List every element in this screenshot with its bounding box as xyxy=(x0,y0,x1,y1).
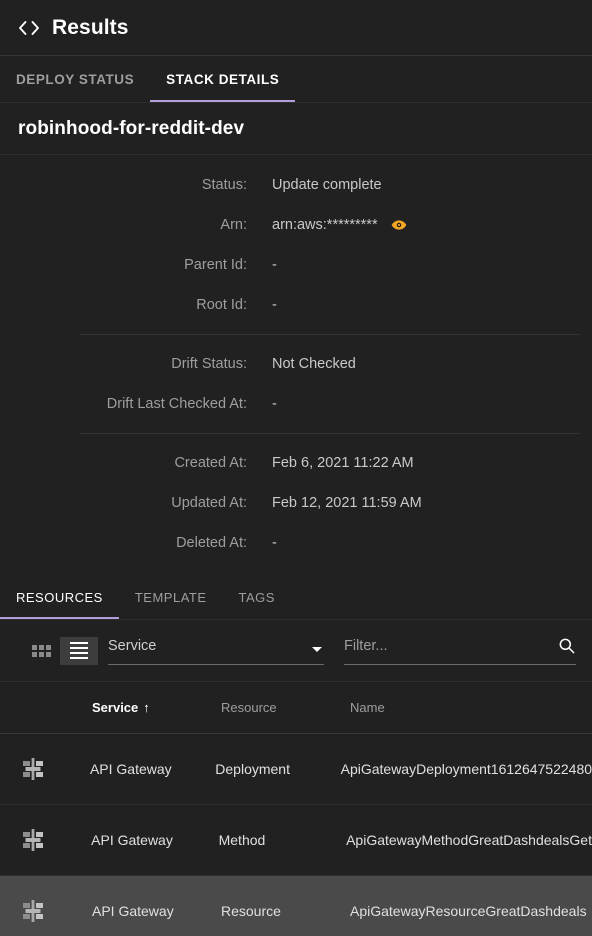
detail-label-drift-last-checked-at: Drift Last Checked At: xyxy=(106,396,247,412)
code-brackets-icon xyxy=(16,15,42,41)
group-by-select-value: Service xyxy=(108,637,157,654)
detail-value-deleted-at: - xyxy=(272,535,277,551)
sub-tab-bar: RESOURCES TEMPLATE TAGS xyxy=(0,576,592,620)
tab-tags-label: TAGS xyxy=(238,590,275,605)
list-view-icon xyxy=(70,641,88,660)
detail-value-arn: arn:aws:********* xyxy=(272,217,407,233)
row-resource: Method xyxy=(218,832,266,848)
filter-field xyxy=(344,636,576,665)
details-divider-2 xyxy=(80,433,580,434)
main-tab-bar: DEPLOY STATUS STACK DETAILS xyxy=(0,56,592,103)
resources-table: Service ↑ Resource Name API Gateway Depl… xyxy=(0,682,592,936)
detail-value-drift-status-text: Not Checked xyxy=(272,356,356,372)
detail-value-drift-last-checked-at: - xyxy=(272,396,277,412)
table-header-row: Service ↑ Resource Name xyxy=(0,682,592,734)
details-divider xyxy=(80,334,580,335)
tab-resources[interactable]: RESOURCES xyxy=(0,576,119,619)
page-header: Results xyxy=(0,0,592,56)
row-service: API Gateway xyxy=(91,832,173,848)
table-header-name[interactable]: Name xyxy=(350,700,592,715)
table-row[interactable]: API Gateway Deployment ApiGatewayDeploym… xyxy=(0,734,592,805)
tab-deploy-status[interactable]: DEPLOY STATUS xyxy=(0,56,150,102)
table-header-resource[interactable]: Resource xyxy=(221,700,350,715)
tab-template[interactable]: TEMPLATE xyxy=(119,576,223,619)
detail-value-root-id-text: - xyxy=(272,297,277,313)
tab-stack-details[interactable]: STACK DETAILS xyxy=(150,56,296,102)
aws-api-gateway-icon xyxy=(20,756,46,782)
tab-stack-details-label: STACK DETAILS xyxy=(166,71,280,87)
detail-value-deleted-at-text: - xyxy=(272,535,277,551)
row-icon-cell xyxy=(16,756,90,782)
detail-row-drift-last-checked-at: Drift Last Checked At: - xyxy=(0,384,592,424)
tab-template-label: TEMPLATE xyxy=(134,590,207,605)
chevron-down-icon xyxy=(312,646,322,652)
detail-value-status-text: Update complete xyxy=(272,177,382,193)
search-icon[interactable] xyxy=(557,636,576,655)
row-resource: Resource xyxy=(221,903,281,919)
detail-value-updated-at: Feb 12, 2021 11:59 AM xyxy=(272,495,422,511)
table-header-name-label: Name xyxy=(350,700,385,715)
table-header-service-label: Service xyxy=(92,699,139,715)
detail-value-created-at-text: Feb 6, 2021 11:22 AM xyxy=(272,455,414,471)
grid-view-icon xyxy=(31,644,51,657)
row-name: ApiGatewayMethodGreatDashdealsGet xyxy=(346,832,592,848)
detail-row-created-at: Created At: Feb 6, 2021 11:22 AM xyxy=(0,443,592,483)
detail-value-parent-id: - xyxy=(272,257,277,273)
detail-label-parent-id: Parent Id: xyxy=(184,257,247,273)
row-resource: Deployment xyxy=(215,761,290,777)
detail-row-updated-at: Updated At: Feb 12, 2021 11:59 AM xyxy=(0,483,592,523)
row-service: API Gateway xyxy=(92,903,174,919)
detail-row-status: Status: Update complete xyxy=(0,165,592,205)
row-service: API Gateway xyxy=(89,761,172,777)
page-title: Results xyxy=(52,15,129,39)
filter-input[interactable] xyxy=(344,637,551,654)
table-header-service[interactable]: Service ↑ xyxy=(92,698,221,718)
tab-tags[interactable]: TAGS xyxy=(223,576,291,619)
detail-row-root-id: Root Id: - xyxy=(0,285,592,325)
detail-row-deleted-at: Deleted At: - xyxy=(0,523,592,563)
stack-details-list: Status: Update complete Arn: arn:aws:***… xyxy=(0,155,592,563)
detail-value-updated-at-text: Feb 12, 2021 11:59 AM xyxy=(272,495,422,511)
detail-row-arn: Arn: arn:aws:********* xyxy=(0,205,592,245)
table-row[interactable]: API Gateway Resource ApiGatewayResourceG… xyxy=(0,876,592,936)
eye-icon[interactable] xyxy=(391,217,407,233)
detail-value-status: Update complete xyxy=(272,177,382,193)
row-icon-cell xyxy=(16,827,91,853)
detail-value-parent-id-text: - xyxy=(272,257,277,273)
stack-name-row: robinhood-for-reddit-dev xyxy=(0,103,592,155)
row-name: ApiGatewayDeployment1612647522480 xyxy=(340,761,592,777)
row-name: ApiGatewayResourceGreatDashdeals xyxy=(350,903,587,919)
group-by-select[interactable]: Service xyxy=(108,637,324,665)
detail-label-deleted-at: Deleted At: xyxy=(176,535,247,551)
view-toggle-group xyxy=(22,636,98,665)
detail-label-created-at: Created At: xyxy=(174,455,247,471)
detail-value-arn-text: arn:aws:********* xyxy=(272,217,378,233)
detail-row-parent-id: Parent Id: - xyxy=(0,245,592,285)
detail-value-root-id: - xyxy=(272,297,277,313)
detail-row-drift-status: Drift Status: Not Checked xyxy=(0,344,592,384)
table-row[interactable]: API Gateway Method ApiGatewayMethodGreat… xyxy=(0,805,592,876)
tab-deploy-status-label: DEPLOY STATUS xyxy=(16,71,135,87)
list-view-button[interactable] xyxy=(60,636,98,665)
detail-value-drift-status: Not Checked xyxy=(272,356,356,372)
table-header-resource-label: Resource xyxy=(221,700,277,715)
resources-toolbar: Service xyxy=(0,620,592,682)
detail-label-drift-status: Drift Status: xyxy=(171,356,247,372)
grid-view-button[interactable] xyxy=(22,637,60,665)
tab-resources-label: RESOURCES xyxy=(16,590,103,605)
detail-label-arn: Arn: xyxy=(220,217,247,233)
aws-api-gateway-icon xyxy=(20,898,46,924)
results-page: Results DEPLOY STATUS STACK DETAILS robi… xyxy=(0,0,592,936)
detail-label-status: Status: xyxy=(201,177,247,193)
row-icon-cell xyxy=(16,898,92,924)
detail-value-drift-last-checked-at-text: - xyxy=(272,396,277,412)
stack-name: robinhood-for-reddit-dev xyxy=(18,117,245,139)
detail-label-updated-at: Updated At: xyxy=(171,495,247,511)
detail-label-root-id: Root Id: xyxy=(196,297,247,313)
aws-api-gateway-icon xyxy=(20,827,46,853)
sort-ascending-icon: ↑ xyxy=(143,699,150,715)
detail-value-created-at: Feb 6, 2021 11:22 AM xyxy=(272,455,414,471)
